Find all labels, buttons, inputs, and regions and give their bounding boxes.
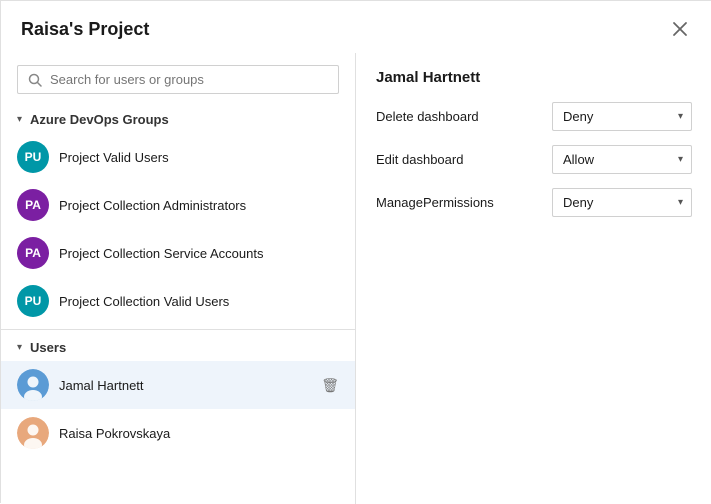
avatar: PU: [17, 141, 49, 173]
delete-icon[interactable]: 🗑: [321, 377, 339, 394]
list-item[interactable]: Raisa Pokrovskaya: [1, 409, 355, 457]
permission-row-edit: Edit dashboard Allow Deny Not set ▾: [376, 145, 692, 174]
user-avatar-raisa: [17, 417, 49, 449]
permission-dropdown-manage[interactable]: Deny Allow Not set: [553, 189, 691, 216]
close-icon: [672, 21, 688, 37]
list-item[interactable]: PA Project Collection Administrators: [1, 181, 355, 229]
permission-select-edit[interactable]: Allow Deny Not set ▾: [552, 145, 692, 174]
permission-dropdown-delete[interactable]: Deny Allow Not set: [553, 103, 691, 130]
list-item[interactable]: Jamal Hartnett 🗑: [1, 361, 355, 409]
permission-row-delete: Delete dashboard Deny Allow Not set ▾: [376, 102, 692, 131]
permission-label: ManagePermissions: [376, 195, 494, 210]
avatar: PA: [17, 237, 49, 269]
dialog-header: Raisa's Project: [1, 1, 711, 53]
list-item[interactable]: PU Project Valid Users: [1, 133, 355, 181]
right-panel: Jamal Hartnett Delete dashboard Deny All…: [356, 53, 711, 504]
item-label: Project Collection Valid Users: [59, 294, 339, 309]
permission-label: Edit dashboard: [376, 152, 463, 167]
item-label: Project Collection Service Accounts: [59, 246, 339, 261]
item-label: Raisa Pokrovskaya: [59, 426, 339, 441]
permission-select-manage[interactable]: Deny Allow Not set ▾: [552, 188, 692, 217]
list-item[interactable]: PA Project Collection Service Accounts: [1, 229, 355, 277]
dialog-body: ▾ Azure DevOps Groups PU Project Valid U…: [1, 53, 711, 504]
permission-label: Delete dashboard: [376, 109, 479, 124]
dialog-title: Raisa's Project: [21, 19, 149, 40]
search-icon: [28, 73, 42, 87]
permissions-user-title: Jamal Hartnett: [376, 69, 692, 86]
avatar: [17, 417, 49, 449]
close-button[interactable]: [668, 17, 692, 41]
user-avatar-jamal: [17, 369, 49, 401]
users-section-header[interactable]: ▾ Users: [1, 334, 355, 361]
dialog: Raisa's Project ▾ A: [1, 1, 711, 504]
left-panel: ▾ Azure DevOps Groups PU Project Valid U…: [1, 53, 356, 504]
avatar: [17, 369, 49, 401]
item-label: Project Valid Users: [59, 150, 339, 165]
users-section-label: Users: [30, 340, 66, 355]
permission-select-delete[interactable]: Deny Allow Not set ▾: [552, 102, 692, 131]
avatar: PA: [17, 189, 49, 221]
groups-section-header[interactable]: ▾ Azure DevOps Groups: [1, 106, 355, 133]
search-container: [1, 53, 355, 106]
permission-row-manage: ManagePermissions Deny Allow Not set ▾: [376, 188, 692, 217]
list-item[interactable]: PU Project Collection Valid Users: [1, 277, 355, 325]
avatar: PU: [17, 285, 49, 317]
item-label: Project Collection Administrators: [59, 198, 339, 213]
permission-dropdown-edit[interactable]: Allow Deny Not set: [553, 146, 691, 173]
item-label: Jamal Hartnett: [59, 378, 311, 393]
section-divider: [1, 329, 355, 330]
search-input[interactable]: [50, 72, 328, 87]
groups-section-label: Azure DevOps Groups: [30, 112, 169, 127]
search-input-wrapper[interactable]: [17, 65, 339, 94]
chevron-down-icon: ▾: [17, 114, 22, 125]
chevron-down-icon: ▾: [17, 342, 22, 353]
